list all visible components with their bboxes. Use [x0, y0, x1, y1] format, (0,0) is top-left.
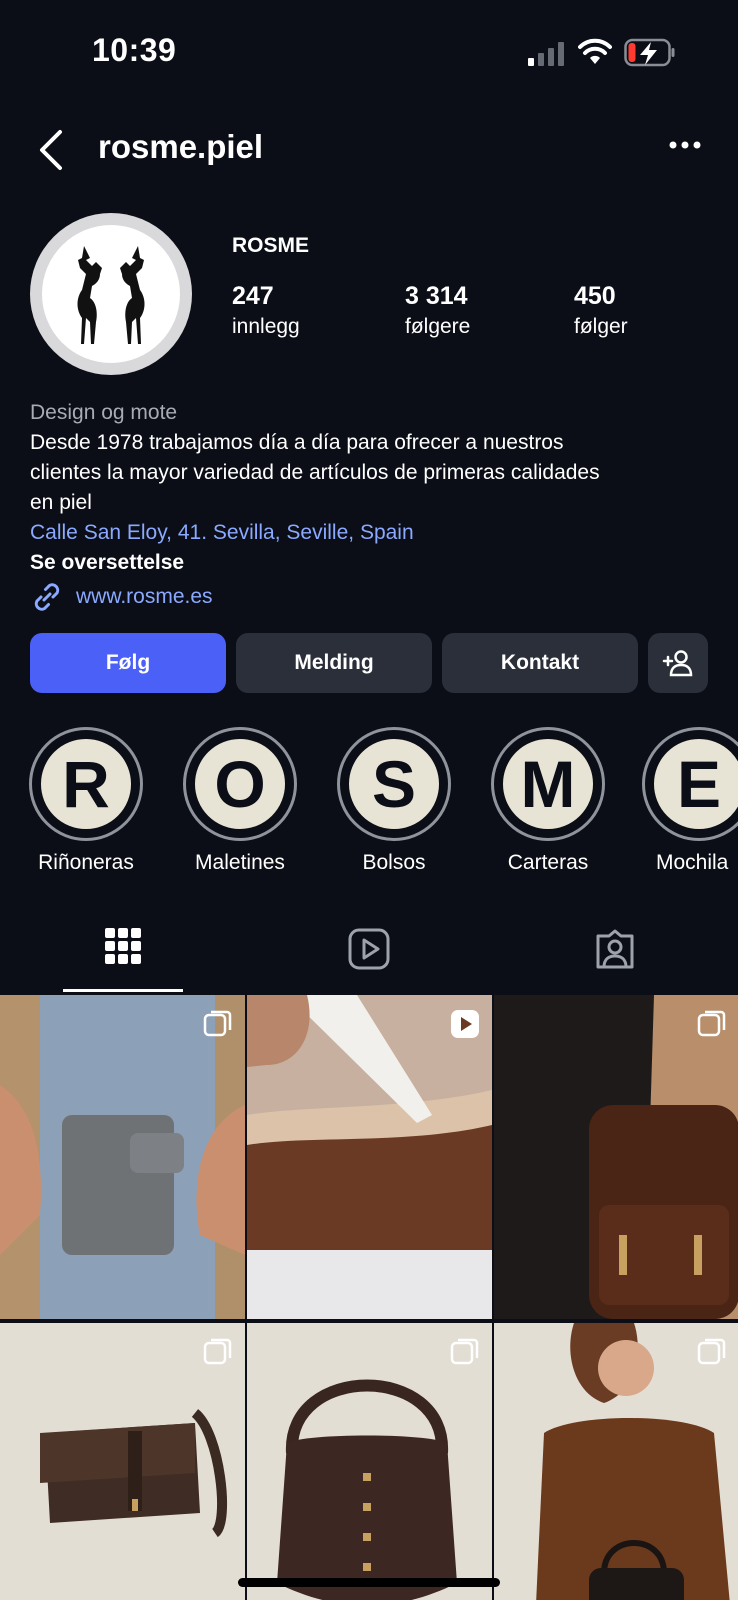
highlight-label: Riñoneras — [38, 851, 134, 874]
battery-charging-icon — [624, 38, 675, 67]
following-label: følger — [574, 315, 628, 338]
carousel-icon — [203, 1010, 232, 1037]
highlight-label: Mochila — [656, 851, 729, 874]
posts-count[interactable]: 247 innlegg — [232, 282, 300, 339]
suggested-accounts-button[interactable] — [648, 633, 708, 693]
highlight-carteras[interactable]: M Carteras — [488, 727, 608, 875]
highlight-label: Bolsos — [362, 851, 426, 874]
post-thumbnail[interactable] — [0, 1323, 245, 1600]
followers-value: 3 314 — [405, 282, 468, 310]
carousel-icon — [697, 1010, 726, 1037]
post-thumbnail[interactable] — [494, 1323, 738, 1600]
bio-line-3: en piel — [30, 491, 92, 514]
see-translation-link[interactable]: Se oversettelse — [30, 548, 710, 578]
reels-icon — [348, 928, 390, 970]
active-tab-indicator — [63, 989, 183, 992]
back-chevron-icon[interactable] — [36, 128, 66, 172]
followers-count[interactable]: 3 314 følgere — [405, 282, 470, 339]
posts-value: 247 — [232, 282, 274, 310]
highlight-mochila[interactable]: E Mochila — [642, 727, 738, 875]
pencil-photo — [247, 995, 492, 1319]
reel-icon — [451, 1010, 479, 1038]
bio-line-2: clientes la mayor variedad de artículos … — [30, 461, 600, 484]
highlight-cover: R — [37, 735, 135, 833]
followers-label: følgere — [405, 315, 471, 338]
home-indicator[interactable] — [238, 1578, 500, 1587]
post-thumbnail[interactable] — [0, 995, 245, 1319]
website-link[interactable]: www.rosme.es — [76, 582, 213, 612]
highlight-cover: E — [650, 735, 738, 833]
category-label: Design og mote — [30, 401, 178, 424]
backpack-photo — [494, 995, 738, 1319]
following-count[interactable]: 450 følger — [574, 282, 628, 339]
post-thumbnail[interactable] — [494, 995, 738, 1319]
post-thumbnail[interactable] — [247, 995, 492, 1319]
display-name: ROSME — [232, 234, 310, 257]
tab-reels[interactable] — [246, 928, 492, 990]
highlight-cover: S — [345, 735, 443, 833]
tagged-icon — [596, 929, 634, 969]
follow-button[interactable]: Følg — [30, 633, 226, 693]
highlight-rinoneras[interactable]: R Riñoneras — [26, 727, 146, 875]
carousel-icon — [203, 1338, 232, 1365]
tab-posts-grid[interactable] — [0, 928, 246, 990]
wallet-photo — [0, 995, 245, 1319]
profile-username: rosme.piel — [98, 128, 264, 165]
website-row[interactable]: www.rosme.es — [30, 580, 710, 614]
deer-logo-icon — [77, 246, 145, 344]
highlight-cover: O — [191, 735, 289, 833]
highlight-label: Carteras — [507, 851, 589, 874]
grid-icon — [105, 928, 141, 964]
status-time: 10:39 — [92, 32, 177, 68]
cellular-signal-icon — [528, 42, 564, 66]
contact-button[interactable]: Kontakt — [442, 633, 638, 693]
tab-tagged[interactable] — [492, 928, 738, 990]
more-options-icon[interactable] — [668, 140, 702, 150]
avatar[interactable] — [30, 213, 192, 375]
post-thumbnail[interactable] — [247, 1323, 492, 1600]
highlight-cover: M — [499, 735, 597, 833]
wifi-icon — [578, 38, 612, 64]
posts-label: innlegg — [232, 315, 300, 338]
carousel-icon — [450, 1338, 479, 1365]
bio-line-1: Desde 1978 trabajamos día a día para ofr… — [30, 431, 564, 454]
location-link[interactable]: Calle San Eloy, 41. Sevilla, Seville, Sp… — [30, 518, 710, 548]
highlight-bolsos[interactable]: S Bolsos — [334, 727, 454, 875]
link-icon — [34, 583, 60, 611]
highlight-maletines[interactable]: O Maletines — [180, 727, 300, 875]
highlight-label: Maletines — [195, 851, 285, 874]
add-person-icon — [662, 650, 693, 677]
posts-grid — [0, 995, 738, 1600]
message-button[interactable]: Melding — [236, 633, 432, 693]
bio: Design og mote Desde 1978 trabajamos día… — [30, 398, 710, 614]
carousel-icon — [697, 1338, 726, 1365]
following-value: 450 — [574, 282, 616, 310]
